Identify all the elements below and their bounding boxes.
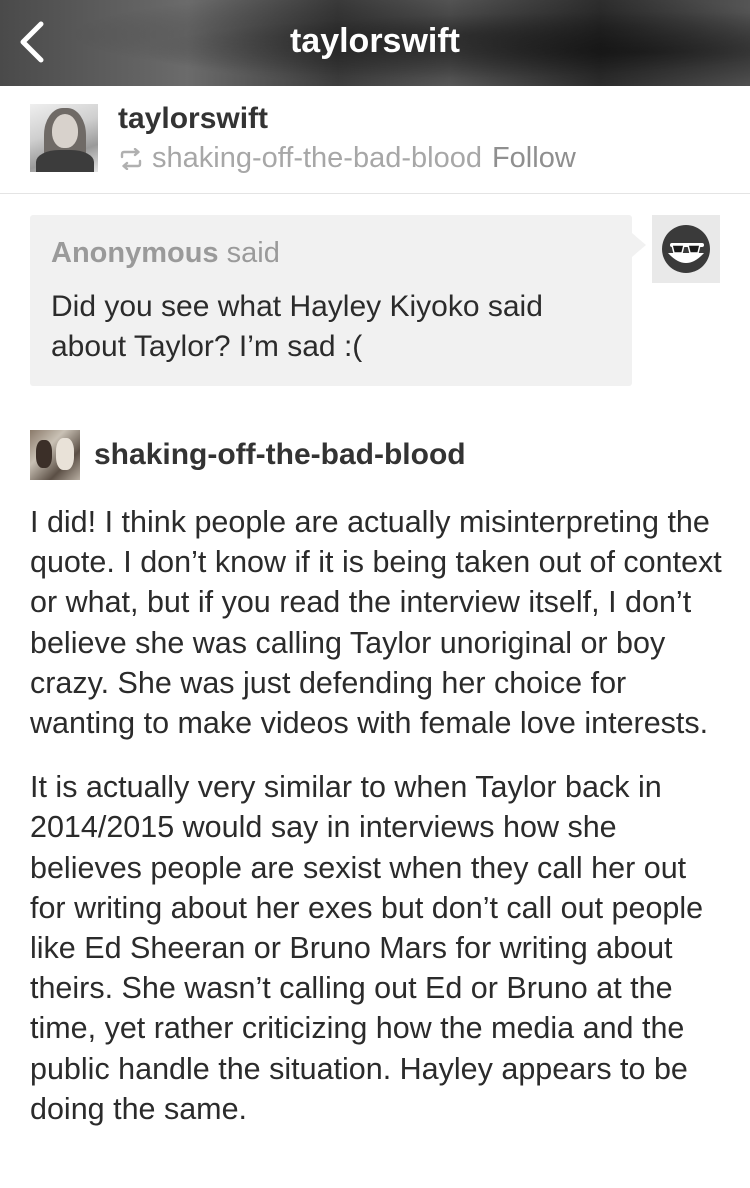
answerer-avatar[interactable] [30,430,80,480]
answerer-blog-name[interactable]: shaking-off-the-bad-blood [94,438,466,472]
reblog-icon [120,147,142,170]
anonymous-avatar [652,215,720,283]
page-title: taylorswift [289,22,461,60]
question-text: Did you see what Hayley Kiyoko said abou… [51,290,543,363]
said-label: said [226,237,280,269]
follow-button[interactable]: Follow [492,142,576,175]
answer-body: I did! I think people are actually misin… [30,502,730,1153]
asker-name: Anonymous [51,237,219,269]
asker-line: Anonymous said [51,237,280,270]
blog-avatar[interactable] [30,104,98,172]
answer-paragraph: I did! I think people are actually misin… [30,505,722,741]
blog-name-link[interactable]: taylorswift [118,102,268,136]
post-header: taylorswift shaking-off-the-bad-blood Fo… [0,86,750,194]
reblog-source-row: shaking-off-the-bad-blood Follow [118,142,576,175]
sunglasses-face-icon [662,225,710,273]
reblogged-from-link[interactable]: shaking-off-the-bad-blood [152,142,482,175]
answer-header: shaking-off-the-bad-blood [30,430,466,480]
answer-paragraph: It is actually very similar to when Tayl… [30,770,704,1126]
ask-question-box: Anonymous said Did you see what Hayley K… [30,215,646,386]
top-navigation-bar: taylorswift [0,0,750,86]
